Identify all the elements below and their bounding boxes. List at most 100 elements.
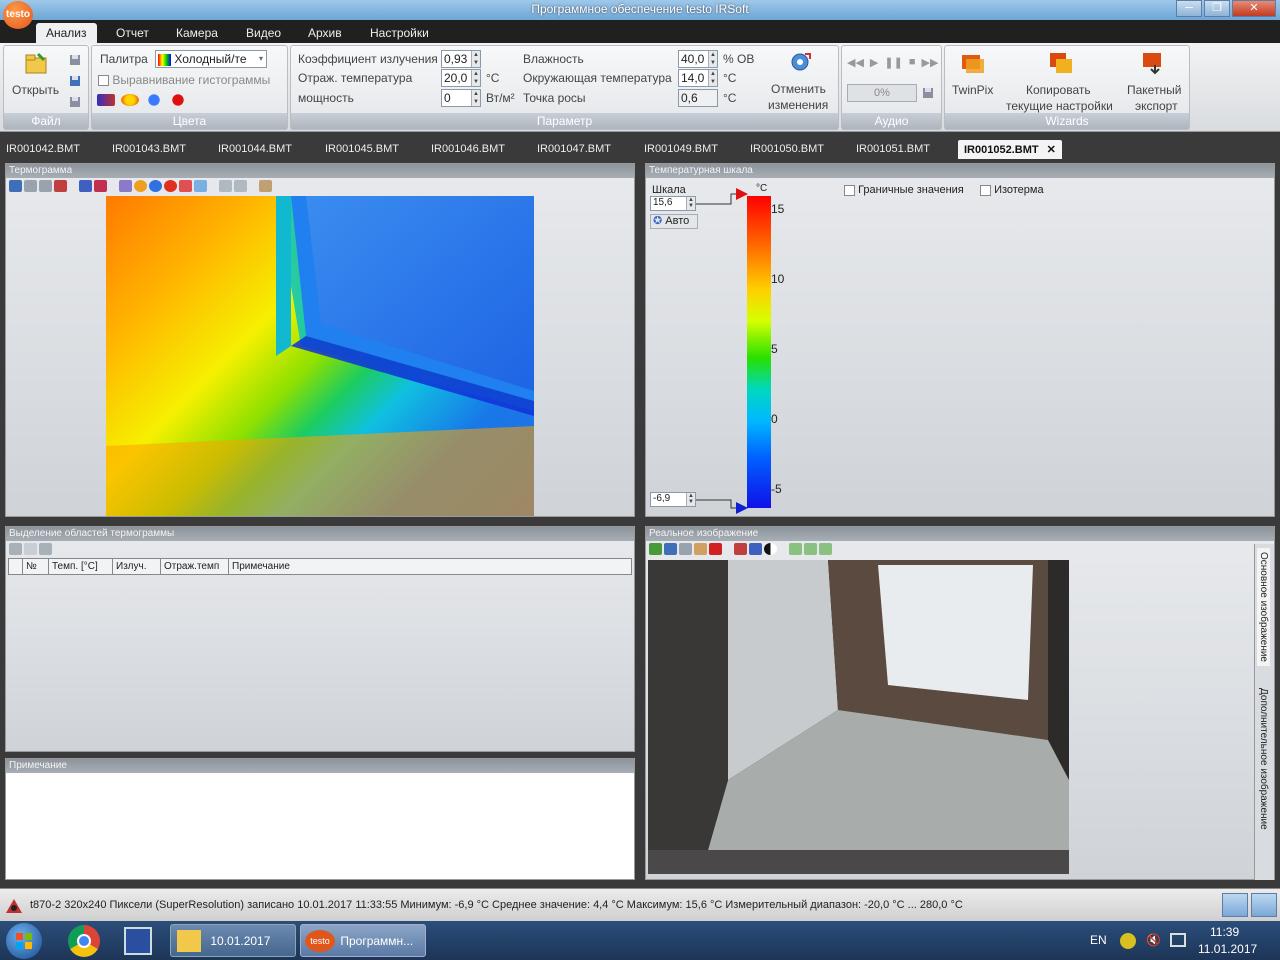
emissivity-input[interactable]: 0,93 ▲ ▼	[441, 50, 481, 68]
histogram-checkbox[interactable]	[98, 75, 109, 87]
delete-area-icon[interactable]	[234, 180, 247, 192]
undo-label-2[interactable]: изменения	[768, 98, 828, 112]
start-button[interactable]	[6, 923, 42, 959]
file-tab[interactable]: IR001047.BMT	[531, 140, 617, 159]
scale-icon[interactable]	[119, 180, 132, 192]
measure-point-icon[interactable]	[79, 180, 92, 192]
table-icon[interactable]	[259, 180, 272, 192]
taskbar-folder[interactable]: 10.01.2017	[170, 924, 296, 957]
zoom-fit-icon[interactable]	[819, 543, 832, 555]
delete-icon[interactable]	[39, 543, 52, 555]
audio-save-icon[interactable]	[922, 87, 934, 99]
col-emissivity[interactable]: Излуч.	[112, 558, 161, 575]
copy-label-2[interactable]: текущие настройки	[1006, 99, 1113, 113]
file-tab[interactable]: IR001050.BMT	[744, 140, 830, 159]
save-icon[interactable]	[9, 180, 22, 192]
power-input[interactable]: 0 ▲ ▼	[441, 89, 481, 107]
side-tab-main[interactable]: Основное изображение	[1257, 548, 1270, 666]
col-temp[interactable]: Темп. [°C]	[48, 558, 113, 575]
network-icon[interactable]	[1170, 933, 1186, 947]
maximize-button[interactable]: ❐	[1204, 0, 1230, 17]
zoom-out-icon[interactable]	[804, 543, 817, 555]
file-tab[interactable]: IR001042.BMT	[0, 140, 86, 159]
taskbar-app[interactable]: testo Программн...	[300, 924, 426, 957]
area-icon[interactable]	[219, 180, 232, 192]
tab-settings[interactable]: Настройки	[360, 23, 439, 43]
thermogram-image[interactable]	[106, 196, 534, 516]
col-refl-temp[interactable]: Отраж.темп	[160, 558, 229, 575]
col-note[interactable]: Примечание	[228, 558, 632, 575]
scale-max-input[interactable]: 15,6 ▲ ▼	[650, 196, 696, 211]
copy-icon[interactable]	[24, 180, 37, 192]
copy-label-1[interactable]: Копировать	[1026, 83, 1091, 97]
twinpix-icon[interactable]	[960, 51, 986, 75]
file-tab[interactable]: IR001043.BMT	[106, 140, 192, 159]
tab-camera[interactable]: Камера	[166, 23, 228, 43]
floppy-save-icon[interactable]	[124, 927, 152, 955]
tile-windows-icon[interactable]	[1251, 893, 1277, 917]
close-tab-icon[interactable]: ✕	[1047, 144, 1056, 156]
save-all-icon[interactable]	[69, 96, 81, 108]
file-tab[interactable]: IR001049.BMT	[638, 140, 724, 159]
col-number[interactable]: №	[22, 558, 49, 575]
stop-icon[interactable]: ■	[909, 56, 916, 69]
file-tab[interactable]: IR001045.BMT	[319, 140, 405, 159]
crop-icon[interactable]	[54, 180, 67, 192]
delete-icon[interactable]	[709, 543, 722, 555]
close-button[interactable]: ✕	[1232, 0, 1276, 17]
save-icon[interactable]	[664, 543, 677, 555]
batch-label-2[interactable]: экспорт	[1135, 99, 1178, 113]
limits-row[interactable]: Граничные значения	[844, 184, 964, 196]
sun-color-icon[interactable]	[121, 94, 139, 106]
undo-label-1[interactable]: Отменить	[771, 82, 826, 96]
isotherm-row[interactable]: Изотерма	[980, 184, 1044, 196]
forward-icon[interactable]: ▶▶	[921, 56, 938, 69]
sun-icon[interactable]	[134, 180, 147, 192]
save-icon[interactable]	[9, 543, 22, 555]
isotherm-checkbox[interactable]	[980, 184, 991, 196]
tab-analysis[interactable]: Анализ	[36, 23, 97, 43]
paste-icon[interactable]	[694, 543, 707, 555]
undo-gear-icon[interactable]	[787, 50, 813, 74]
save-as-icon[interactable]	[69, 75, 81, 87]
red-color-icon[interactable]	[169, 94, 187, 106]
palette-select[interactable]: Холодный/те ▾	[155, 50, 267, 68]
align-icon[interactable]	[749, 543, 762, 555]
copy-icon[interactable]	[24, 543, 37, 555]
file-tab[interactable]: IR001046.BMT	[425, 140, 511, 159]
crop-icon[interactable]	[734, 543, 747, 555]
tab-video[interactable]: Видео	[236, 23, 291, 43]
chrome-icon[interactable]	[68, 925, 100, 957]
zoom-in-icon[interactable]	[789, 543, 802, 555]
profile-line-icon[interactable]	[194, 180, 207, 192]
file-tab[interactable]: IR001044.BMT	[212, 140, 298, 159]
open-label[interactable]: Открыть	[12, 83, 59, 97]
copy-icon[interactable]	[679, 543, 692, 555]
twinpix-label[interactable]: TwinPix	[952, 83, 993, 97]
side-tab-additional[interactable]: Дополнительное изображение	[1257, 684, 1270, 834]
tab-report[interactable]: Отчет	[106, 23, 159, 43]
tray-app-icon[interactable]	[1120, 933, 1136, 949]
clock-time[interactable]: 11:39	[1210, 925, 1239, 939]
save-icon[interactable]	[69, 54, 81, 66]
pause-icon[interactable]: ❚❚	[884, 56, 902, 69]
scale-min-input[interactable]: -6,9 ▲ ▼	[650, 492, 696, 507]
contrast-icon[interactable]	[764, 543, 777, 555]
limits-checkbox[interactable]	[844, 184, 855, 196]
app-logo[interactable]: testo	[3, 1, 33, 29]
window-layout-icon[interactable]	[1222, 893, 1248, 917]
play-icon[interactable]: ▶	[870, 56, 878, 69]
refl-temp-input[interactable]: 20,0 ▲ ▼	[441, 69, 481, 87]
ambient-input[interactable]: 14,0 ▲ ▼	[678, 69, 718, 87]
color-picker-icon[interactable]	[97, 94, 115, 106]
tab-archive[interactable]: Архив	[298, 23, 352, 43]
rewind-icon[interactable]: ◀◀	[847, 56, 864, 69]
humidity-input[interactable]: 40,0 ▲ ▼	[678, 50, 718, 68]
batch-export-icon[interactable]	[1141, 51, 1167, 75]
auto-button[interactable]: ✪ Авто	[650, 214, 698, 229]
blue-color-icon[interactable]	[145, 94, 163, 106]
open-image-icon[interactable]	[649, 543, 662, 555]
volume-muted-icon[interactable]: 🔇	[1146, 933, 1161, 947]
cold-point-icon[interactable]	[149, 180, 162, 192]
hot-point-icon[interactable]	[164, 180, 177, 192]
